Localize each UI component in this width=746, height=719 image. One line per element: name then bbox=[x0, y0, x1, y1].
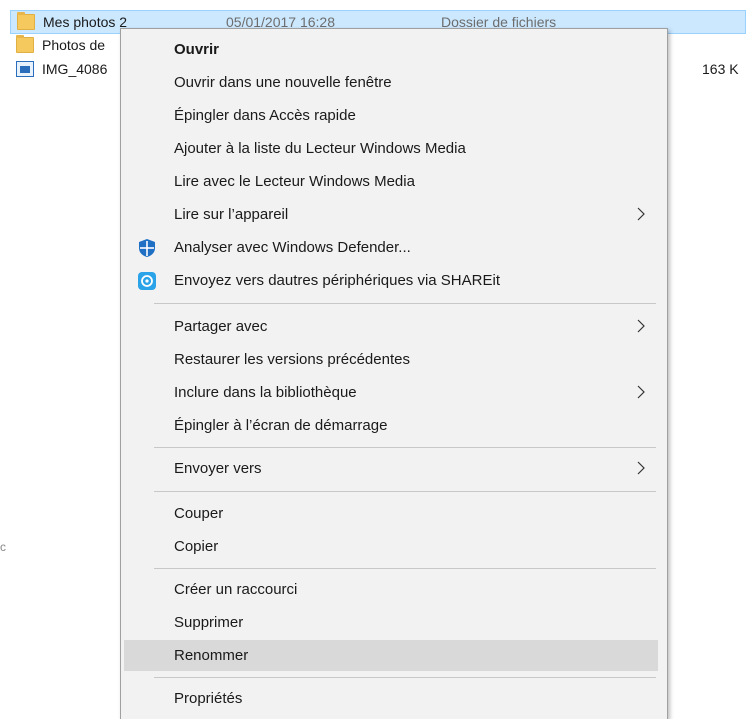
menu-separator bbox=[154, 677, 656, 678]
chevron-right-icon bbox=[637, 207, 645, 221]
menu-item-cut[interactable]: Couper bbox=[124, 498, 658, 529]
file-name: Photos de bbox=[42, 37, 106, 53]
menu-item-copy[interactable]: Copier bbox=[124, 531, 658, 562]
chevron-right-icon bbox=[637, 385, 645, 399]
menu-item-open-new-window[interactable]: Ouvrir dans une nouvelle fenêtre bbox=[124, 67, 658, 98]
menu-item-label: Ajouter à la liste du Lecteur Windows Me… bbox=[174, 140, 466, 157]
menu-item-add-to-wmp-list[interactable]: Ajouter à la liste du Lecteur Windows Me… bbox=[124, 133, 658, 164]
menu-item-label: Propriétés bbox=[174, 690, 243, 707]
folder-icon bbox=[17, 12, 35, 30]
menu-item-rename[interactable]: Renommer bbox=[124, 640, 658, 671]
file-name: Mes photos 2 bbox=[43, 14, 128, 30]
menu-item-delete[interactable]: Supprimer bbox=[124, 607, 658, 638]
menu-item-shareit[interactable]: Envoyez vers dautres périphériques via S… bbox=[124, 265, 658, 296]
menu-item-label: Envoyez vers dautres périphériques via S… bbox=[174, 272, 500, 289]
menu-item-ouvrir[interactable]: Ouvrir bbox=[124, 34, 658, 65]
menu-item-restore-versions[interactable]: Restaurer les versions précédentes bbox=[124, 344, 658, 375]
chevron-right-icon bbox=[637, 319, 645, 333]
menu-item-label: Créer un raccourci bbox=[174, 581, 298, 598]
menu-item-include-in-library[interactable]: Inclure dans la bibliothèque bbox=[124, 377, 658, 408]
menu-item-label: Renommer bbox=[174, 647, 249, 664]
menu-item-label: Lire sur l’appareil bbox=[174, 206, 289, 223]
folder-icon bbox=[16, 35, 34, 53]
menu-item-label: Lire avec le Lecteur Windows Media bbox=[174, 173, 415, 190]
chevron-right-icon bbox=[637, 461, 645, 475]
menu-item-create-shortcut[interactable]: Créer un raccourci bbox=[124, 574, 658, 605]
menu-separator bbox=[154, 447, 656, 448]
shareit-icon bbox=[138, 272, 156, 290]
windows-defender-icon bbox=[139, 239, 155, 257]
menu-item-label: Ouvrir dans une nouvelle fenêtre bbox=[174, 74, 392, 91]
menu-item-label: Couper bbox=[174, 505, 224, 522]
menu-separator bbox=[154, 491, 656, 492]
menu-item-label: Ouvrir bbox=[174, 41, 220, 58]
menu-item-share-with[interactable]: Partager avec bbox=[124, 311, 658, 342]
menu-item-cast-to-device[interactable]: Lire sur l’appareil bbox=[124, 199, 658, 230]
menu-separator bbox=[154, 568, 656, 569]
menu-item-label: Copier bbox=[174, 538, 219, 555]
file-name: IMG_4086 bbox=[42, 61, 108, 77]
menu-item-label: Épingler à l’écran de démarrage bbox=[174, 417, 388, 434]
menu-item-pin-to-start[interactable]: Épingler à l’écran de démarrage bbox=[124, 410, 658, 441]
menu-item-pin-quick-access[interactable]: Épingler dans Accès rapide bbox=[124, 100, 658, 131]
menu-item-properties[interactable]: Propriétés bbox=[124, 683, 658, 714]
menu-item-label: Restaurer les versions précédentes bbox=[174, 351, 410, 368]
menu-item-label: Partager avec bbox=[174, 318, 268, 335]
menu-item-windows-defender[interactable]: Analyser avec Windows Defender... bbox=[124, 232, 658, 263]
context-menu: Ouvrir Ouvrir dans une nouvelle fenêtre … bbox=[120, 28, 668, 719]
menu-item-label: Envoyer vers bbox=[174, 460, 262, 477]
menu-item-label: Analyser avec Windows Defender... bbox=[174, 239, 411, 256]
menu-item-play-with-wmp[interactable]: Lire avec le Lecteur Windows Media bbox=[124, 166, 658, 197]
menu-item-label: Inclure dans la bibliothèque bbox=[174, 384, 357, 401]
edge-text: c bbox=[0, 540, 6, 554]
menu-separator bbox=[154, 303, 656, 304]
image-file-icon bbox=[16, 61, 34, 77]
menu-item-label: Supprimer bbox=[174, 614, 244, 631]
file-size: 163 K bbox=[702, 61, 739, 77]
menu-item-label: Épingler dans Accès rapide bbox=[174, 107, 356, 124]
menu-item-send-to[interactable]: Envoyer vers bbox=[124, 453, 658, 484]
